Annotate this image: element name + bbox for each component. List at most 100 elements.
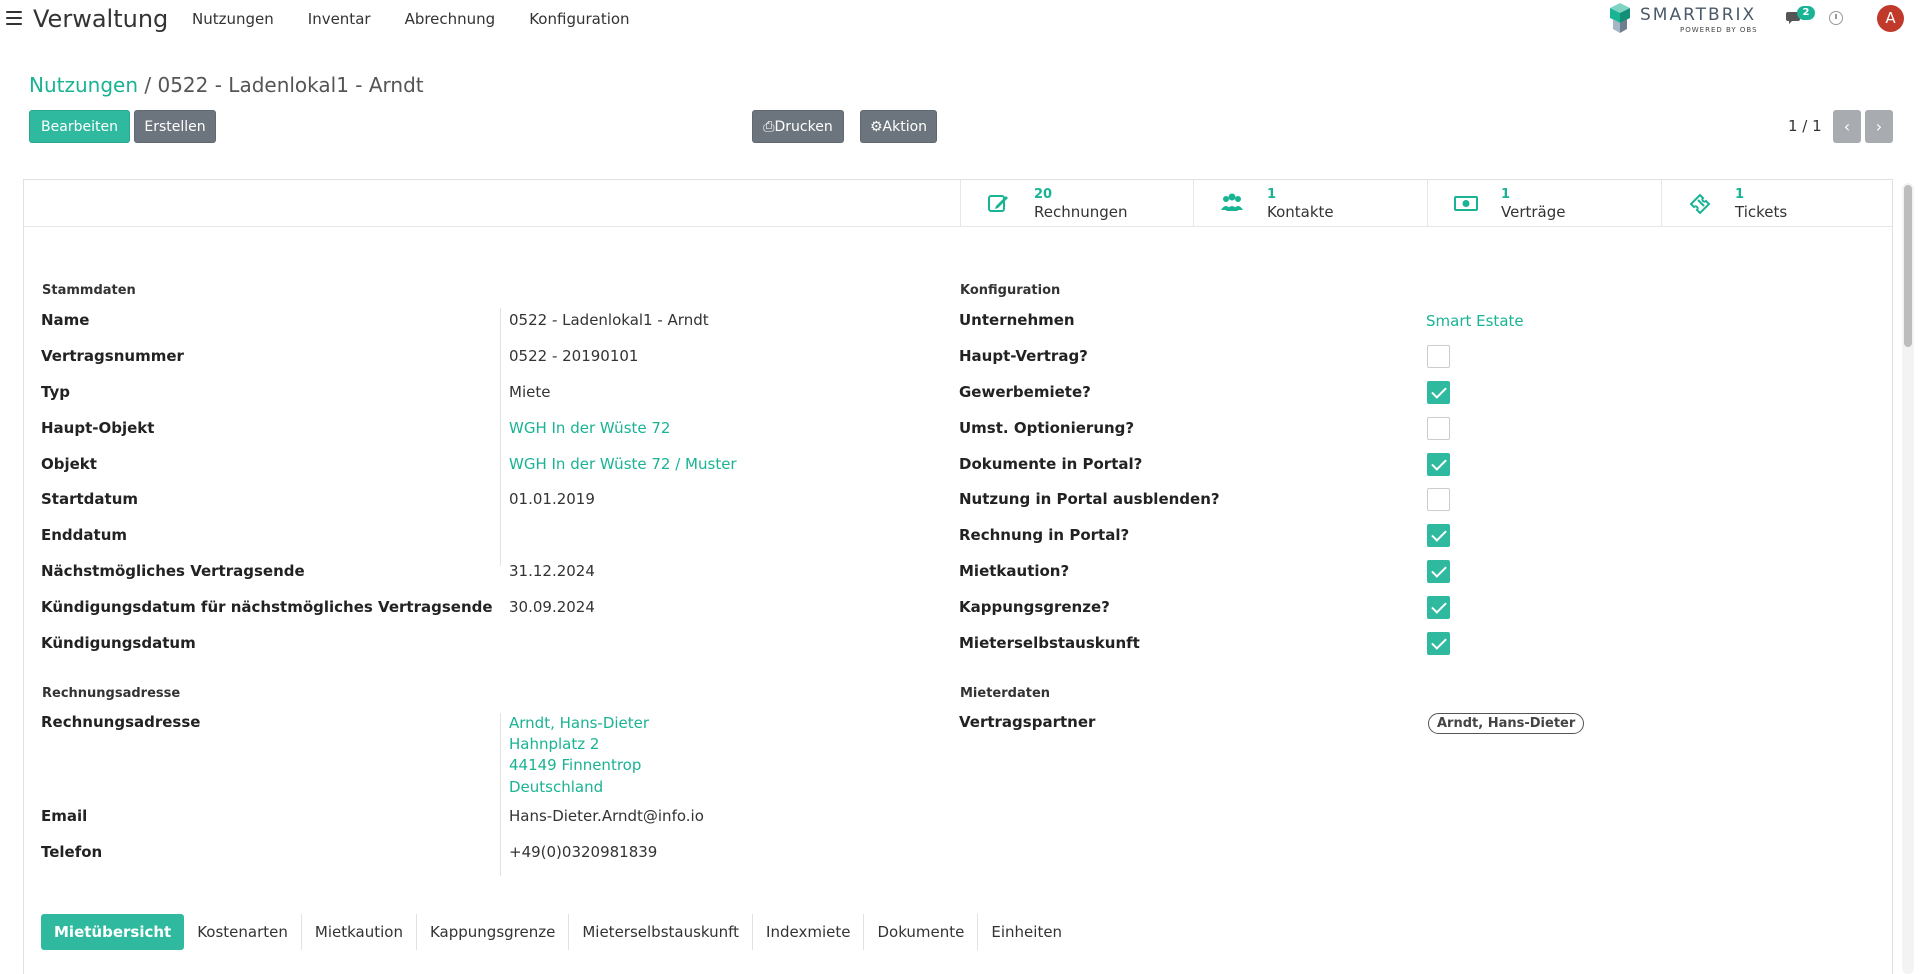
- rechnungen-count: 20: [1034, 187, 1053, 202]
- field-label-mieterselbstauskunft: Mieterselbstauskunft: [959, 634, 1140, 652]
- chevron-left-icon: ‹: [1843, 117, 1851, 136]
- smartbrix-logo: SMARTBRIX POWERED BY OBS: [1604, 1, 1766, 37]
- print-button[interactable]: ⎙Drucken: [752, 110, 844, 143]
- breadcrumb-separator: /: [138, 73, 158, 97]
- address-line-name[interactable]: Arndt, Hans-Dieter: [509, 714, 649, 732]
- menu-icon[interactable]: [6, 11, 22, 25]
- action-button[interactable]: ⚙Aktion: [860, 110, 937, 143]
- group-title-rechnungsadresse: Rechnungsadresse: [42, 686, 181, 701]
- logo-wordmark: SMARTBRIX: [1640, 5, 1757, 25]
- activity-clock-icon[interactable]: [1829, 11, 1843, 25]
- breadcrumb-current: 0522 - Ladenlokal1 - Arndt: [157, 73, 424, 97]
- field-label-nutzung-portal-ausblenden: Nutzung in Portal ausblenden?: [959, 490, 1220, 508]
- group-title-stammdaten: Stammdaten: [42, 283, 136, 298]
- checkbox-dokumente-portal[interactable]: [1427, 453, 1450, 476]
- tab-einheiten[interactable]: Einheiten: [978, 914, 1075, 950]
- edit-icon: [988, 195, 1008, 212]
- group-title-konfiguration: Konfiguration: [960, 283, 1061, 298]
- vertraege-label: Verträge: [1501, 203, 1566, 221]
- field-label-typ: Typ: [41, 383, 70, 401]
- checkbox-rechnung-portal[interactable]: [1427, 524, 1450, 547]
- users-icon: [1221, 193, 1243, 211]
- field-label-telefon: Telefon: [41, 843, 103, 861]
- nav-item-inventar[interactable]: Inventar: [308, 10, 371, 28]
- address-line-street[interactable]: Hahnplatz 2: [509, 735, 599, 753]
- top-navbar: Verwaltung Nutzungen Inventar Abrechnung…: [0, 0, 1920, 40]
- field-value-haupt-objekt[interactable]: WGH In der Wüste 72: [509, 419, 670, 437]
- tab-dokumente[interactable]: Dokumente: [864, 914, 979, 950]
- field-label-unternehmen: Unternehmen: [959, 311, 1075, 329]
- field-value-naechstmoegliches-vertragsende: 31.12.2024: [509, 562, 595, 580]
- field-label-umst-optionierung: Umst. Optionierung?: [959, 419, 1135, 437]
- field-value-startdatum: 01.01.2019: [509, 490, 595, 508]
- nav-item-konfiguration[interactable]: Konfiguration: [529, 10, 629, 28]
- cube-logo-icon: [1610, 3, 1630, 33]
- field-value-typ: Miete: [509, 383, 551, 401]
- checkbox-mietkaution[interactable]: [1427, 560, 1450, 583]
- checkbox-mieterselbstauskunft[interactable]: [1427, 632, 1450, 655]
- field-label-mietkaution: Mietkaution?: [959, 562, 1070, 580]
- breadcrumb: Nutzungen / 0522 - Ladenlokal1 - Arndt: [29, 73, 424, 97]
- field-label-enddatum: Enddatum: [41, 526, 128, 544]
- field-label-dokumente-portal: Dokumente in Portal?: [959, 455, 1143, 473]
- field-label-kuendigungsdatum-vertragsende: Kündigungsdatum für nächstmögliches Vert…: [41, 598, 493, 616]
- tab-mieterselbstauskunft[interactable]: Mieterselbstauskunft: [569, 914, 754, 950]
- vertraege-count: 1: [1501, 187, 1511, 202]
- field-value-unternehmen[interactable]: Smart Estate: [1426, 312, 1524, 330]
- gear-icon: ⚙: [869, 119, 883, 135]
- money-icon: [1454, 196, 1478, 211]
- vertragspartner-tag[interactable]: Arndt, Hans-Dieter: [1428, 713, 1585, 734]
- notebook-tabs: Mietübersicht Kostenarten Mietkaution Ka…: [41, 914, 1075, 950]
- field-label-kuendigungsdatum: Kündigungsdatum: [41, 634, 196, 652]
- field-label-haupt-vertrag: Haupt-Vertrag?: [959, 347, 1088, 365]
- kontakte-label: Kontakte: [1267, 203, 1334, 221]
- pager-value[interactable]: 1 / 1: [1788, 117, 1822, 135]
- field-label-vertragspartner: Vertragspartner: [959, 713, 1096, 731]
- smart-button-rechnungen[interactable]: 20 Rechnungen: [960, 180, 1193, 226]
- tab-indexmiete[interactable]: Indexmiete: [753, 914, 865, 950]
- checkbox-nutzung-portal-ausblenden[interactable]: [1427, 488, 1450, 511]
- nav-item-abrechnung[interactable]: Abrechnung: [405, 10, 496, 28]
- field-label-naechstmoegliches-vertragsende: Nächstmögliches Vertragsende: [41, 562, 305, 580]
- scrollbar-thumb[interactable]: [1904, 185, 1912, 347]
- tab-mietkaution[interactable]: Mietkaution: [302, 914, 417, 950]
- kontakte-count: 1: [1267, 187, 1277, 202]
- field-value-telefon: +49(0)0320981839: [509, 843, 658, 861]
- vertical-scrollbar[interactable]: [1902, 183, 1914, 974]
- checkbox-gewerbemiete[interactable]: [1427, 381, 1450, 404]
- tickets-label: Tickets: [1735, 203, 1788, 221]
- tab-mietuebersicht[interactable]: Mietübersicht: [41, 914, 185, 950]
- user-avatar[interactable]: A: [1877, 5, 1904, 32]
- pager-next-button[interactable]: ›: [1865, 110, 1893, 143]
- smart-button-kontakte[interactable]: 1 Kontakte: [1193, 180, 1427, 226]
- nav-item-nutzungen[interactable]: Nutzungen: [192, 10, 274, 28]
- smart-button-tickets[interactable]: 1 Tickets: [1661, 180, 1892, 226]
- create-button[interactable]: Erstellen: [134, 110, 216, 143]
- smart-button-box: 20 Rechnungen 1 Kontakte 1 Verträge 1 Ti…: [24, 180, 1892, 227]
- ticket-icon: [1689, 193, 1711, 214]
- tickets-count: 1: [1735, 187, 1745, 202]
- form-sheet: 20 Rechnungen 1 Kontakte 1 Verträge 1 Ti…: [23, 179, 1893, 974]
- print-icon: ⎙: [763, 119, 775, 135]
- field-label-vertragsnummer: Vertragsnummer: [41, 347, 184, 365]
- pager-previous-button[interactable]: ‹: [1833, 110, 1861, 143]
- edit-button[interactable]: Bearbeiten: [29, 110, 130, 143]
- logo-tagline: POWERED BY OBS: [1680, 26, 1758, 34]
- field-label-kappungsgrenze: Kappungsgrenze?: [959, 598, 1110, 616]
- field-label-email: Email: [41, 807, 88, 825]
- field-label-gewerbemiete: Gewerbemiete?: [959, 383, 1091, 401]
- tab-kappungsgrenze[interactable]: Kappungsgrenze: [417, 914, 570, 950]
- tab-kostenarten[interactable]: Kostenarten: [184, 914, 302, 950]
- checkbox-umst-optionierung[interactable]: [1427, 417, 1450, 440]
- field-separator: [500, 308, 501, 566]
- breadcrumb-parent[interactable]: Nutzungen: [29, 73, 138, 97]
- checkbox-kappungsgrenze[interactable]: [1427, 596, 1450, 619]
- field-value-objekt[interactable]: WGH In der Wüste 72 / Muster: [509, 455, 737, 473]
- chevron-right-icon: ›: [1875, 117, 1883, 136]
- smart-button-vertraege[interactable]: 1 Verträge: [1427, 180, 1661, 226]
- address-line-city[interactable]: 44149 Finnentrop: [509, 756, 641, 774]
- address-line-country[interactable]: Deutschland: [509, 778, 603, 796]
- field-separator: [500, 713, 501, 876]
- field-label-rechnungsadresse: Rechnungsadresse: [41, 713, 201, 731]
- checkbox-haupt-vertrag[interactable]: [1427, 345, 1450, 368]
